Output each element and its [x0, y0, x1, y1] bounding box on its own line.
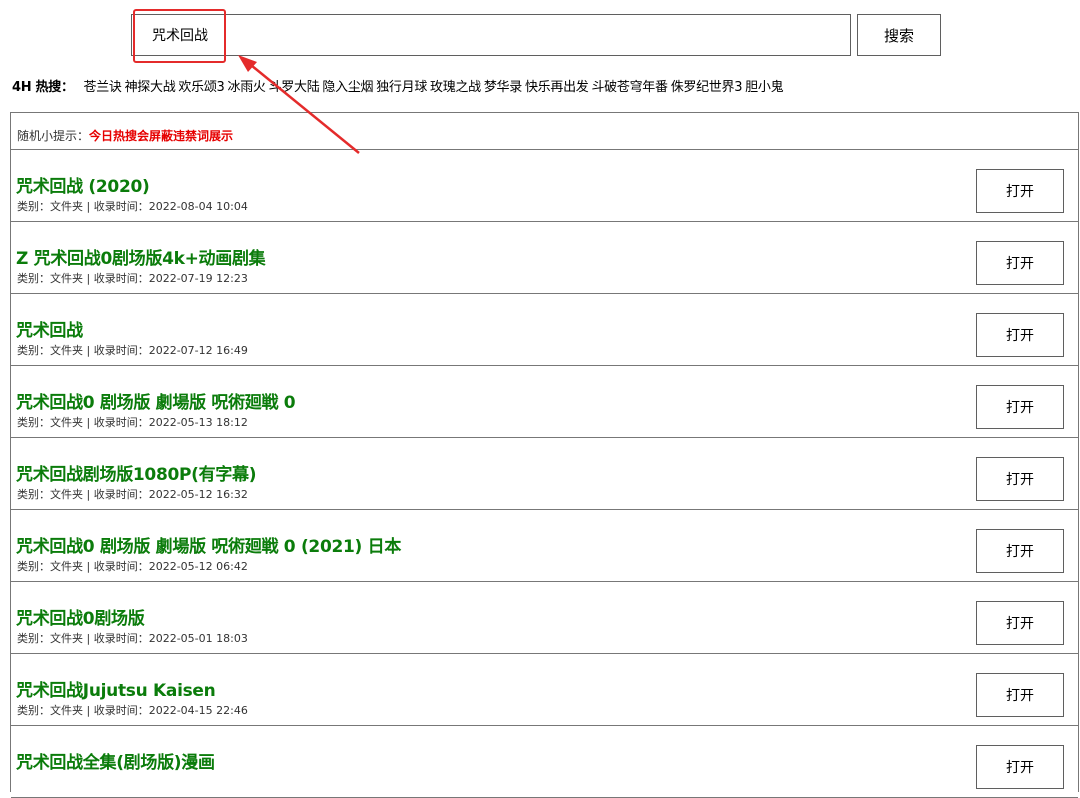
result-title-link[interactable]: 咒术回战全集(剧场版)漫画: [16, 748, 215, 773]
open-button[interactable]: 打开: [976, 241, 1064, 285]
result-meta: 类别：文件夹 | 收录时间：2022-08-04 10:04: [17, 200, 248, 213]
hot-search-item[interactable]: 胆小鬼: [745, 80, 783, 95]
result-item: 咒术回战0 剧场版 劇場版 呪術廻戦 0 (2021) 日本类别：文件夹 | 收…: [11, 509, 1078, 582]
result-meta: 类别：文件夹 | 收录时间：2022-07-12 16:49: [17, 344, 248, 357]
result-meta: 类别：文件夹 | 收录时间：2022-07-19 12:23: [17, 272, 248, 285]
hot-search-item[interactable]: 侏罗纪世界3: [671, 80, 743, 95]
result-item: 咒术回战剧场版1080P(有字幕) 类别：文件夹 | 收录时间：2022-05-1…: [11, 437, 1078, 510]
result-title-link[interactable]: 咒术回战0 剧场版 劇場版 呪術廻戦 0: [16, 388, 296, 413]
tip-label: 随机小提示：: [17, 129, 90, 143]
hot-search-item[interactable]: 苍兰诀: [84, 80, 122, 95]
result-item: 咒术回战全集(剧场版)漫画 打开: [11, 725, 1078, 798]
result-item: 咒术回战0 剧场版 劇場版 呪術廻戦 0 类别：文件夹 | 收录时间：2022-0…: [11, 365, 1078, 438]
result-meta: 类别：文件夹 | 收录时间：2022-04-15 22:46: [17, 704, 248, 717]
hot-search-item[interactable]: 快乐再出发: [525, 80, 589, 95]
result-title-link[interactable]: 咒术回战0剧场版: [16, 604, 145, 629]
result-title-link[interactable]: 咒术回战0 剧场版 劇場版 呪術廻戦 0 (2021) 日本: [16, 532, 401, 557]
hot-search-item[interactable]: 梦华录: [484, 80, 522, 95]
result-title-link[interactable]: 咒术回战: [16, 316, 83, 341]
open-button[interactable]: 打开: [976, 169, 1064, 213]
open-button[interactable]: 打开: [976, 673, 1064, 717]
search-input[interactable]: [131, 14, 851, 56]
result-meta: 类别：文件夹 | 收录时间：2022-05-12 16:32: [17, 488, 248, 501]
hot-search-item[interactable]: 斗破苍穹年番: [591, 80, 668, 95]
tip-row: 随机小提示：今日热搜会屏蔽违禁词展示: [17, 127, 233, 144]
result-item: 咒术回战0剧场版类别：文件夹 | 收录时间：2022-05-01 18:03 打开: [11, 581, 1078, 654]
hot-search-item[interactable]: 神探大战: [125, 80, 176, 95]
hot-search-item[interactable]: 斗罗大陆: [269, 80, 320, 95]
result-meta: 类别：文件夹 | 收录时间：2022-05-01 18:03: [17, 632, 248, 645]
tip-text: 今日热搜会屏蔽违禁词展示: [89, 129, 234, 143]
hot-search-list: 苍兰诀 神探大战 欢乐颂3 冰雨火 斗罗大陆 隐入尘烟 独行月球 玫瑰之战 梦华录 快乐再出发 斗破…: [84, 80, 787, 95]
result-item: Z 咒术回战0剧场版4k+动画剧集类别：文件夹 | 收录时间：2022-07-1…: [11, 221, 1078, 294]
open-button[interactable]: 打开: [976, 745, 1064, 789]
search-button[interactable]: 搜索: [857, 14, 941, 56]
hot-search-item[interactable]: 玫瑰之战: [430, 80, 481, 95]
results-panel: 随机小提示：今日热搜会屏蔽违禁词展示 咒术回战 (2020) 类别：文件夹 | 收…: [10, 112, 1079, 798]
open-button[interactable]: 打开: [976, 313, 1064, 357]
open-button[interactable]: 打开: [976, 601, 1064, 645]
open-button[interactable]: 打开: [976, 529, 1064, 573]
hot-search-item[interactable]: 欢乐颂3: [178, 80, 224, 95]
open-button[interactable]: 打开: [976, 385, 1064, 429]
hot-search-bar: 4H 热搜： 苍兰诀 神探大战 欢乐颂3 冰雨火 斗罗大陆 隐入尘烟 独行月球 玫瑰之战 梦华录…: [12, 76, 786, 95]
hot-search-item[interactable]: 冰雨火: [228, 80, 266, 95]
result-title-link[interactable]: Z 咒术回战0剧场版4k+动画剧集: [16, 244, 266, 269]
result-title-link[interactable]: 咒术回战Jujutsu Kaisen: [16, 676, 216, 701]
result-item: 咒术回战 (2020) 类别：文件夹 | 收录时间：2022-08-04 10:0…: [11, 149, 1078, 222]
result-meta: 类别：文件夹 | 收录时间：2022-05-13 18:12: [17, 416, 248, 429]
open-button[interactable]: 打开: [976, 457, 1064, 501]
hot-search-item[interactable]: 独行月球: [376, 80, 427, 95]
hot-search-label: 4H 热搜：: [12, 80, 74, 95]
result-title-link[interactable]: 咒术回战剧场版1080P(有字幕): [16, 460, 257, 485]
result-meta: 类别：文件夹 | 收录时间：2022-05-12 06:42: [17, 560, 248, 573]
result-item: 咒术回战Jujutsu Kaisen 类别：文件夹 | 收录时间：2022-04-…: [11, 653, 1078, 726]
result-item: 咒术回战类别：文件夹 | 收录时间：2022-07-12 16:49 打开: [11, 293, 1078, 366]
hot-search-item[interactable]: 隐入尘烟: [322, 80, 373, 95]
result-title-link[interactable]: 咒术回战 (2020): [16, 172, 150, 197]
